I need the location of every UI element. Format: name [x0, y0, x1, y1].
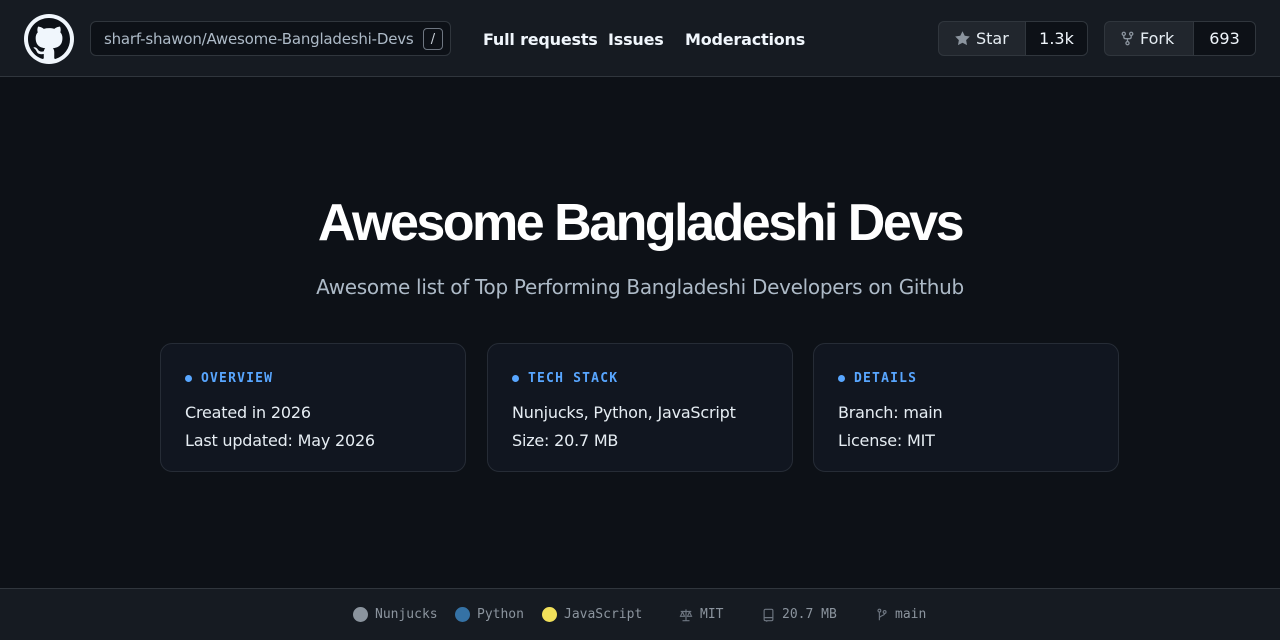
- repo-name[interactable]: sharf-shawon/Awesome-Bangladeshi-Devs: [104, 30, 414, 48]
- details-card: DETAILS Branch: main License: MIT: [813, 343, 1119, 472]
- star-label: Star: [976, 29, 1009, 48]
- nav-moderactions[interactable]: Moderactions: [685, 30, 805, 49]
- fork-label: Fork: [1140, 29, 1175, 48]
- tech-stack-card: TECH STACK Nunjucks, Python, JavaScript …: [487, 343, 793, 472]
- license-text: MIT: [700, 607, 724, 622]
- nav-issues[interactable]: Issues: [608, 30, 664, 49]
- fork-icon: [1121, 31, 1134, 46]
- card-label: DETAILS: [854, 370, 918, 386]
- search-shortcut-key: /: [423, 28, 443, 50]
- star-icon: [955, 31, 970, 46]
- card-line: Created in 2026: [185, 403, 311, 422]
- language-dot-icon: [455, 607, 470, 622]
- github-logo-icon[interactable]: [24, 14, 74, 64]
- footer-bar: Nunjucks Python JavaScript MIT 20.7 MB m…: [0, 588, 1280, 640]
- branch-text: main: [895, 607, 927, 622]
- repo-search-box[interactable]: sharf-shawon/Awesome-Bangladeshi-Devs /: [90, 21, 451, 56]
- language-javascript: JavaScript: [542, 607, 642, 622]
- fork-count[interactable]: 693: [1194, 22, 1255, 55]
- page-subtitle: Awesome list of Top Performing Banglades…: [316, 275, 964, 299]
- card-line: Nunjucks, Python, JavaScript: [512, 403, 736, 422]
- language-dot-icon: [353, 607, 368, 622]
- footer-license: MIT: [679, 607, 723, 622]
- card-line: Branch: main: [838, 403, 943, 422]
- language-name: Nunjucks: [375, 607, 438, 622]
- footer-branch: main: [876, 607, 926, 622]
- star-count[interactable]: 1.3k: [1026, 22, 1087, 55]
- card-line: Last updated: May 2026: [185, 431, 375, 450]
- language-name: JavaScript: [564, 607, 643, 622]
- bullet-dot-icon: [512, 374, 519, 382]
- bullet-dot-icon: [185, 374, 192, 382]
- fork-button[interactable]: Fork: [1105, 22, 1194, 55]
- star-button[interactable]: Star: [939, 22, 1026, 55]
- card-line: Size: 20.7 MB: [512, 431, 619, 450]
- card-label: TECH STACK: [528, 370, 619, 386]
- language-python: Python: [455, 607, 524, 622]
- star-button-group: Star 1.3k: [938, 21, 1088, 56]
- card-line: License: MIT: [838, 431, 935, 450]
- database-icon: [763, 608, 774, 622]
- branch-icon: [877, 608, 887, 620]
- language-name: Python: [477, 607, 524, 622]
- bullet-dot-icon: [838, 374, 845, 382]
- nav-full-requests[interactable]: Full requests: [483, 30, 598, 49]
- fork-button-group: Fork 693: [1104, 21, 1256, 56]
- scale-icon: [679, 608, 693, 621]
- language-dot-icon: [542, 607, 557, 622]
- language-nunjucks: Nunjucks: [353, 607, 438, 622]
- size-text: 20.7 MB: [782, 607, 837, 622]
- card-label: OVERVIEW: [201, 370, 274, 386]
- footer-size: 20.7 MB: [762, 607, 837, 622]
- overview-card: OVERVIEW Created in 2026 Last updated: M…: [160, 343, 466, 472]
- page-title: Awesome Bangladeshi Devs: [317, 194, 965, 252]
- top-bar: sharf-shawon/Awesome-Bangladeshi-Devs / …: [0, 0, 1280, 77]
